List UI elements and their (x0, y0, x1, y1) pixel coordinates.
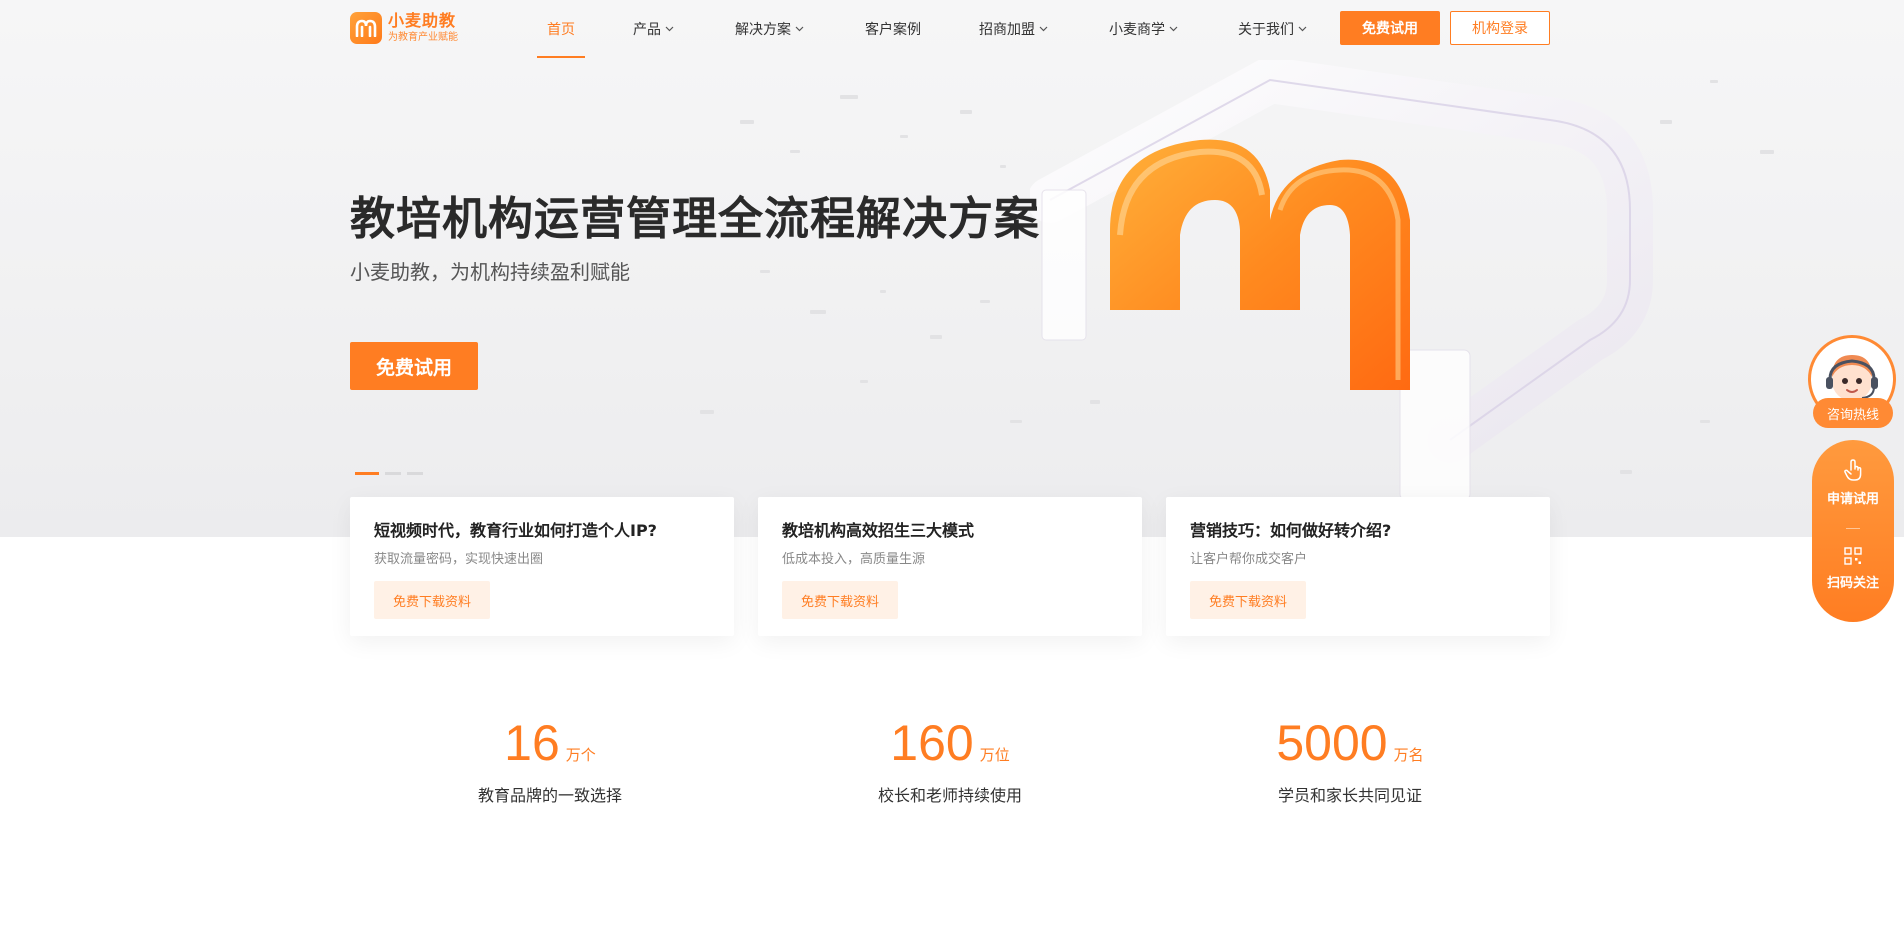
brand-name: 小麦助教 (388, 11, 457, 30)
chevron-down-icon (665, 26, 674, 32)
stat-value: 16 (504, 715, 560, 771)
side-divider (1846, 528, 1860, 529)
nav-item-cases[interactable]: 客户案例 (865, 19, 921, 39)
chevron-down-icon (795, 26, 804, 32)
carousel-dot[interactable] (407, 472, 423, 475)
scan-follow-side-button[interactable]: 扫码关注 (1812, 546, 1894, 591)
card-title: 营销技巧：如何做好转介绍? (1190, 521, 1392, 540)
card-title: 短视频时代，教育行业如何打造个人IP? (374, 521, 657, 540)
side-action-panel: 申请试用 扫码关注 (1812, 440, 1894, 622)
download-materials-button[interactable]: 免费下载资料 (374, 581, 490, 619)
carousel-dot-active[interactable] (355, 472, 379, 475)
institution-login-button[interactable]: 机构登录 (1450, 11, 1550, 45)
nav-item-academy[interactable]: 小麦商学 (1109, 19, 1178, 39)
download-materials-button[interactable]: 免费下载资料 (1190, 581, 1306, 619)
chevron-down-icon (1039, 26, 1048, 32)
apply-trial-side-button[interactable]: 申请试用 (1812, 458, 1894, 507)
apply-trial-label: 申请试用 (1826, 492, 1879, 507)
hero-3d-logo-graphic (1030, 60, 1653, 501)
stat-value: 5000 (1276, 715, 1388, 771)
qr-code-icon (1844, 547, 1862, 565)
brand-logo[interactable]: 小麦助教 为教育产业赋能 (350, 12, 458, 44)
nav-item-label: 关于我们 (1238, 22, 1294, 38)
nav-item-label: 招商加盟 (979, 22, 1035, 38)
resource-card: 营销技巧：如何做好转介绍? 让客户帮你成交客户 免费下载资料 (1166, 497, 1550, 636)
nav-item-label: 客户案例 (865, 22, 921, 38)
nav-active-indicator (537, 56, 585, 58)
nav-item-products[interactable]: 产品 (633, 19, 674, 39)
logo-mark-icon (350, 12, 382, 44)
stat-label: 学员和家长共同见证 (1277, 786, 1422, 805)
card-description: 让客户帮你成交客户 (1190, 552, 1308, 567)
stat-block: 16 万个 教育品牌的一致选择 (400, 718, 700, 806)
hero-subtitle: 小麦助教，为机构持续盈利赋能 (350, 260, 630, 284)
top-navbar: 小麦助教 为教育产业赋能 首页 产品 解决方案 客户案例 招商加盟 小麦商学 关… (0, 0, 1904, 58)
hero-title: 教培机构运营管理全流程解决方案 (350, 192, 1041, 245)
stat-label: 教育品牌的一致选择 (477, 786, 622, 805)
nav-item-label: 解决方案 (735, 22, 791, 38)
nav-item-solutions[interactable]: 解决方案 (735, 19, 804, 39)
stat-value: 160 (890, 715, 974, 771)
chevron-down-icon (1298, 26, 1307, 32)
nav-item-home[interactable]: 首页 (547, 19, 575, 39)
card-title: 教培机构高效招生三大模式 (782, 521, 975, 540)
hand-pointer-icon (1844, 459, 1862, 481)
nav-item-label: 产品 (633, 22, 661, 38)
nav-item-about[interactable]: 关于我们 (1238, 19, 1307, 39)
carousel-indicator (355, 472, 423, 475)
stat-label: 校长和老师持续使用 (877, 786, 1022, 805)
hotline-label-button[interactable]: 咨询热线 (1813, 398, 1893, 428)
stat-block: 160 万位 校长和老师持续使用 (800, 718, 1100, 806)
brand-slogan: 为教育产业赋能 (388, 32, 458, 43)
download-materials-button[interactable]: 免费下载资料 (782, 581, 898, 619)
nav-item-label: 首页 (547, 22, 575, 38)
nav-item-franchise[interactable]: 招商加盟 (979, 19, 1048, 39)
stat-block: 5000 万名 学员和家长共同见证 (1200, 718, 1500, 806)
carousel-dot[interactable] (385, 472, 401, 475)
stat-unit: 万个 (565, 746, 596, 764)
card-description: 获取流量密码，实现快速出圈 (374, 552, 544, 567)
scan-follow-label: 扫码关注 (1826, 576, 1879, 591)
resource-card: 短视频时代，教育行业如何打造个人IP? 获取流量密码，实现快速出圈 免费下载资料 (350, 497, 734, 636)
nav-item-label: 小麦商学 (1109, 22, 1165, 38)
stat-unit: 万位 (979, 746, 1010, 764)
chevron-down-icon (1169, 26, 1178, 32)
resource-card: 教培机构高效招生三大模式 低成本投入，高质量生源 免费下载资料 (758, 497, 1142, 636)
hero-free-trial-button[interactable]: 免费试用 (350, 342, 478, 390)
stat-unit: 万名 (1393, 746, 1424, 764)
free-trial-button[interactable]: 免费试用 (1340, 11, 1440, 45)
card-description: 低成本投入，高质量生源 (782, 552, 926, 567)
